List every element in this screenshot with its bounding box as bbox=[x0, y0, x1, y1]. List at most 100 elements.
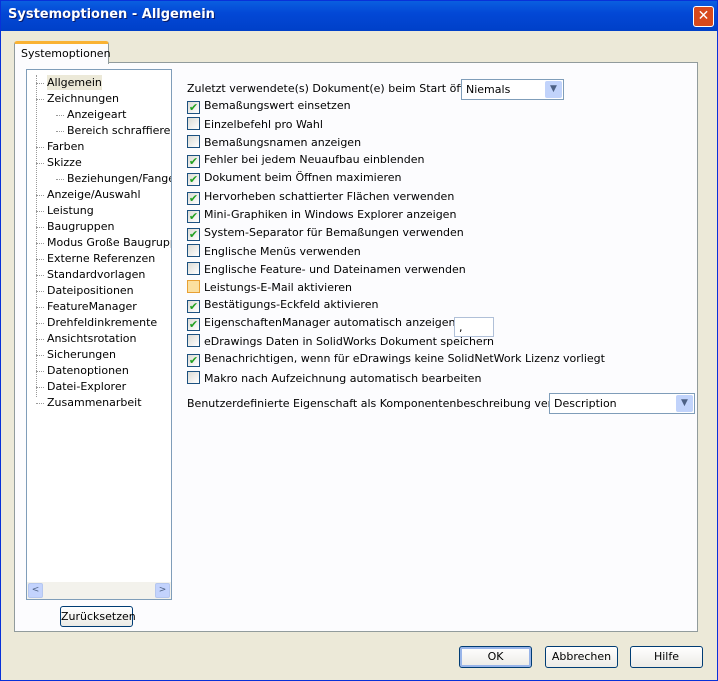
tree-item[interactable]: Leistung bbox=[47, 203, 94, 218]
option-checkbox-row[interactable]: ✔ System-Separator für Bemaßungen verwend… bbox=[187, 226, 464, 242]
option-label: Mini-Graphiken in Windows Explorer anzei… bbox=[204, 207, 457, 221]
reset-button[interactable]: Zurücksetzen bbox=[60, 606, 136, 627]
tree-connector bbox=[36, 211, 44, 212]
tree-connector bbox=[36, 83, 44, 84]
tree-item[interactable]: Anzeigeart bbox=[67, 107, 126, 122]
recent-docs-select[interactable]: Niemals ▼ bbox=[461, 79, 564, 100]
checkbox-checked[interactable]: ✔ bbox=[187, 101, 200, 114]
recent-docs-label: Zuletzt verwendete(s) Dokument(e) beim S… bbox=[187, 82, 489, 95]
option-label: Bemaßungswert einsetzen bbox=[204, 99, 351, 112]
tree-connector bbox=[36, 195, 44, 196]
option-label: Fehler bei jedem Neuaufbau einblenden bbox=[204, 153, 425, 167]
custom-property-row: Benutzerdefinierte Eigenschaft als Kompo… bbox=[187, 397, 597, 413]
option-checkbox-row[interactable]: Leistungs-E-Mail aktivieren bbox=[187, 280, 352, 296]
tree-connector bbox=[36, 163, 44, 164]
chevron-down-icon[interactable]: ▼ bbox=[545, 81, 562, 98]
tree-item[interactable]: Allgemein bbox=[47, 75, 102, 90]
checkbox-unchecked[interactable] bbox=[187, 370, 200, 384]
recent-docs-value: Niemals bbox=[466, 83, 511, 96]
tree-item[interactable]: Drehfeldinkremente bbox=[47, 315, 157, 330]
checkbox-unchecked[interactable] bbox=[187, 280, 200, 293]
option-label: Englische Feature- und Dateinamen verwen… bbox=[204, 262, 466, 276]
tree-connector bbox=[36, 227, 44, 228]
scroll-right-icon[interactable]: > bbox=[155, 583, 170, 598]
tree-connector bbox=[36, 147, 44, 148]
option-checkbox-row[interactable]: ✔ Bemaßungswert einsetzen bbox=[187, 99, 351, 115]
option-label: eDrawings Daten in SolidWorks Dokument s… bbox=[204, 335, 495, 349]
tree-item[interactable]: Zusammenarbeit bbox=[47, 395, 142, 410]
tree-item[interactable]: Bereich schraffieren/ bbox=[67, 123, 171, 138]
checkbox-checked[interactable]: ✔ bbox=[187, 227, 200, 241]
tree-item[interactable]: Ansichtsrotation bbox=[47, 331, 136, 346]
option-checkbox-row[interactable]: Englische Menüs verwenden bbox=[187, 243, 361, 260]
checkbox-checked[interactable]: ✔ bbox=[187, 318, 200, 332]
checkbox-checked[interactable]: ✔ bbox=[187, 191, 200, 205]
checkbox-checked[interactable]: ✔ bbox=[187, 173, 200, 187]
checkbox-checked[interactable]: ✔ bbox=[187, 209, 200, 223]
option-label: Bemaßungsnamen anzeigen bbox=[204, 136, 362, 150]
option-checkbox-row[interactable]: Englische Feature- und Dateinamen verwen… bbox=[187, 261, 466, 278]
tree-item[interactable]: Farben bbox=[47, 139, 84, 154]
option-checkbox-row[interactable]: Makro nach Aufzeichnung automatisch bear… bbox=[187, 370, 482, 387]
tree-line bbox=[36, 75, 37, 397]
custom-property-label: Benutzerdefinierte Eigenschaft als Kompo… bbox=[187, 397, 597, 410]
tree-connector bbox=[36, 275, 44, 276]
checkbox-checked[interactable]: ✔ bbox=[187, 300, 200, 314]
option-label: Leistungs-E-Mail aktivieren bbox=[204, 281, 353, 294]
tree-item[interactable]: Beziehungen/Fangen bbox=[67, 171, 171, 186]
tree-connector bbox=[36, 291, 44, 292]
checkbox-unchecked[interactable] bbox=[187, 243, 200, 257]
tree-connector bbox=[36, 259, 44, 260]
option-checkbox-row[interactable]: ✔ EigenschaftenManager automatisch anzeig… bbox=[187, 316, 456, 332]
checkbox-checked[interactable]: ✔ bbox=[187, 155, 200, 169]
checkbox-unchecked[interactable] bbox=[187, 135, 200, 149]
tree-item[interactable]: Anzeige/Auswahl bbox=[47, 187, 141, 202]
tree-connector bbox=[36, 323, 44, 324]
scroll-left-icon[interactable]: < bbox=[28, 583, 43, 598]
tab-systemoptionen[interactable]: Systemoptionen bbox=[14, 41, 111, 64]
option-label: Benachrichtigen, wenn für eDrawings kein… bbox=[204, 352, 605, 366]
custom-property-select[interactable]: Description ▼ bbox=[549, 393, 695, 414]
close-icon[interactable]: ✕ bbox=[693, 6, 714, 27]
tree-connector bbox=[36, 307, 44, 308]
dialog-window: Systemoptionen - Allgemein ✕ Systemoptio… bbox=[0, 0, 718, 681]
chevron-down-icon[interactable]: ▼ bbox=[676, 395, 693, 412]
tree-item[interactable]: FeatureManager bbox=[47, 299, 137, 314]
option-label: Makro nach Aufzeichnung automatisch bear… bbox=[204, 371, 482, 385]
tree-item[interactable]: Standardvorlagen bbox=[47, 267, 145, 282]
horizontal-scrollbar[interactable]: < > bbox=[27, 582, 171, 599]
option-checkbox-row[interactable]: Einzelbefehl pro Wahl bbox=[187, 117, 323, 133]
option-checkbox-row[interactable]: ✔ Hervorheben schattierter Flächen verwen… bbox=[187, 190, 454, 206]
option-checkbox-row[interactable]: ✔ Benachrichtigen, wenn für eDrawings kei… bbox=[187, 352, 605, 368]
ok-button[interactable]: OK bbox=[459, 646, 532, 668]
tree-item[interactable]: Dateipositionen bbox=[47, 283, 134, 298]
option-checkbox-row[interactable]: ✔ Dokument beim Öffnen maximieren bbox=[187, 171, 402, 187]
option-checkbox-row[interactable]: eDrawings Daten in SolidWorks Dokument s… bbox=[187, 334, 494, 350]
tree-connector bbox=[36, 355, 44, 356]
tree-connector bbox=[36, 243, 44, 244]
cancel-button[interactable]: Abbrechen bbox=[545, 646, 618, 668]
window-title: Systemoptionen - Allgemein bbox=[8, 7, 215, 22]
tree-item[interactable]: Sicherungen bbox=[47, 347, 116, 362]
tree-item[interactable]: Modus Große Baugruppe bbox=[47, 235, 171, 250]
option-label: Einzelbefehl pro Wahl bbox=[204, 118, 323, 132]
checkbox-checked[interactable]: ✔ bbox=[187, 354, 200, 368]
checkbox-unchecked[interactable] bbox=[187, 334, 200, 348]
tree-item[interactable]: Datenoptionen bbox=[47, 363, 129, 378]
option-checkbox-row[interactable]: ✔ Bestätigungs-Eckfeld aktivieren bbox=[187, 298, 378, 314]
option-checkbox-row[interactable]: ✔ Mini-Graphiken in Windows Explorer anze… bbox=[187, 208, 456, 224]
tree-item[interactable]: Baugruppen bbox=[47, 219, 114, 234]
separator-field[interactable]: , bbox=[454, 317, 494, 337]
option-label: Dokument beim Öffnen maximieren bbox=[204, 171, 402, 185]
option-checkbox-row[interactable]: ✔ Fehler bei jedem Neuaufbau einblenden bbox=[187, 153, 424, 169]
tree-item[interactable]: Zeichnungen bbox=[47, 91, 119, 106]
help-button[interactable]: Hilfe bbox=[630, 646, 703, 668]
checkbox-unchecked[interactable] bbox=[187, 117, 200, 131]
tree-item[interactable]: Datei-Explorer bbox=[47, 379, 126, 394]
tree-item[interactable]: Externe Referenzen bbox=[47, 251, 155, 266]
option-checkbox-row[interactable]: Bemaßungsnamen anzeigen bbox=[187, 135, 361, 151]
tree-item[interactable]: Skizze bbox=[47, 155, 82, 170]
tree-connector bbox=[56, 179, 64, 180]
tree-connector bbox=[56, 115, 64, 116]
checkbox-unchecked[interactable] bbox=[187, 261, 200, 275]
